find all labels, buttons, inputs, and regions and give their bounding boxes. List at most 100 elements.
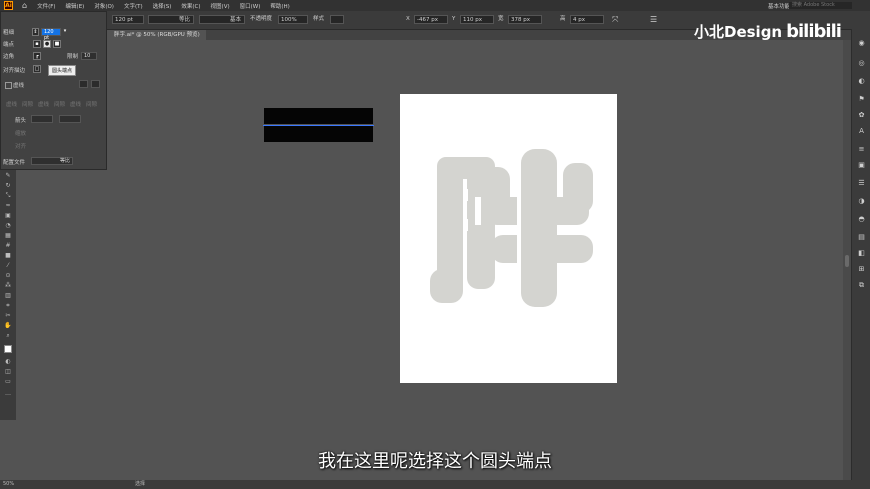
align-icon[interactable]: ⊞: [857, 265, 866, 274]
height-field[interactable]: 4 px: [570, 15, 604, 24]
screen-mode-icon[interactable]: ▭: [4, 378, 12, 386]
end-arrowhead-select[interactable]: [59, 115, 81, 123]
align-stroke-label: 对齐描边: [3, 68, 26, 74]
menu-effect[interactable]: 效果(C): [181, 2, 200, 10]
profile-label: 配置文件: [3, 160, 26, 166]
limit-label: 限制: [67, 54, 79, 60]
menu-file[interactable]: 文件(F): [37, 2, 55, 10]
menu-window[interactable]: 窗口(W): [240, 2, 261, 10]
properties-icon[interactable]: ◉: [857, 39, 866, 48]
gap-1-label: 间隙: [22, 102, 34, 108]
symbols-icon[interactable]: ✿: [857, 111, 866, 120]
creator-watermark: 小北Design bilibili: [694, 21, 842, 42]
weight-stepper[interactable]: ⇕: [32, 28, 39, 36]
document-tab[interactable]: 胖字.ai* @ 50% (RGB/GPU 预览): [108, 30, 206, 40]
layers-icon[interactable]: ≡: [857, 145, 866, 154]
menu-type[interactable]: 文字(T): [124, 2, 143, 10]
graph-tool-icon[interactable]: ▥: [4, 292, 12, 300]
profile-select[interactable]: 等比: [31, 157, 73, 165]
opacity-field[interactable]: 100%: [278, 15, 308, 24]
transparency-icon[interactable]: ◓: [857, 215, 866, 224]
zoom-tool-icon[interactable]: ⌕: [4, 332, 12, 340]
cap-label: 端点: [3, 42, 15, 48]
graphic-styles-icon[interactable]: ◧: [857, 249, 866, 258]
brush-definition[interactable]: 基本: [199, 15, 245, 24]
selected-path[interactable]: [263, 125, 374, 126]
edit-toolbar-icon[interactable]: …: [4, 390, 12, 398]
artboards-icon[interactable]: ▣: [857, 161, 866, 170]
tools-panel: ✎ ↻ ⤡ ≈ ▣ ◔ ▦ # ■ ⁄ ⊙ ⁂ ▥ ⌗ ✂ ✋ ⌕ ◐ ◫ ▭ …: [0, 170, 16, 420]
fat-glyph-artwork[interactable]: [425, 149, 595, 309]
scrollbar-thumb[interactable]: [845, 255, 849, 267]
mesh-tool-icon[interactable]: #: [4, 242, 12, 250]
brushes-icon[interactable]: ⚑: [857, 95, 866, 104]
zoom-level[interactable]: 50%: [3, 480, 14, 489]
appearance-icon[interactable]: ▤: [857, 233, 866, 242]
black-rectangle-top[interactable]: [264, 108, 373, 124]
variable-width-profile[interactable]: 等比: [148, 15, 194, 24]
more-options-icon[interactable]: ☰: [650, 15, 657, 24]
symbol-sprayer-icon[interactable]: ⁂: [4, 282, 12, 290]
dash-3-label: 虚线: [70, 102, 82, 108]
scale-label: 缩放: [15, 131, 27, 137]
weight-dropdown-icon[interactable]: ▾: [62, 28, 68, 36]
warp-tool-icon[interactable]: ≈: [4, 202, 12, 210]
y-field[interactable]: 110 px: [460, 15, 494, 24]
home-icon[interactable]: ⌂: [22, 1, 27, 10]
color-mode-icon[interactable]: ◐: [4, 358, 12, 366]
perspective-grid-icon[interactable]: ▦: [4, 232, 12, 240]
draw-mode-icon[interactable]: ◫: [4, 368, 12, 376]
artboard-tool-icon[interactable]: ⌗: [4, 302, 12, 310]
gradient-icon[interactable]: ◑: [857, 197, 866, 206]
stroke-weight-field[interactable]: 120 pt: [112, 15, 144, 24]
projecting-cap-button[interactable]: ■: [53, 40, 61, 48]
character-icon[interactable]: A: [857, 127, 866, 136]
pen-tool-icon[interactable]: ✎: [4, 172, 12, 180]
butt-cap-button[interactable]: ▪: [33, 40, 41, 48]
align-arrow-label: 对齐: [15, 144, 27, 150]
menu-object[interactable]: 对象(O): [94, 2, 114, 10]
artboard[interactable]: [400, 94, 617, 383]
dash-preserve-button[interactable]: [79, 80, 88, 88]
stroke-panel-icon[interactable]: ☰: [857, 179, 866, 188]
vertical-scrollbar[interactable]: [843, 40, 851, 480]
start-arrowhead-select[interactable]: [31, 115, 53, 123]
stock-search-input[interactable]: 搜索 Adobe Stock: [789, 2, 852, 9]
weight-field[interactable]: 120 pt: [41, 28, 61, 41]
x-field[interactable]: -467 px: [414, 15, 448, 24]
menu-edit[interactable]: 编辑(E): [66, 2, 85, 10]
dashed-line-checkbox[interactable]: [5, 82, 12, 89]
transform-icon[interactable]: ⤧: [612, 15, 618, 24]
blend-tool-icon[interactable]: ⊙: [4, 272, 12, 280]
gradient-tool-icon[interactable]: ■: [4, 252, 12, 260]
pathfinder-icon[interactable]: ⧉: [857, 281, 866, 290]
w-label: 宽: [498, 16, 504, 22]
fill-stroke-swatches[interactable]: [4, 345, 12, 353]
shape-builder-icon[interactable]: ◔: [4, 222, 12, 230]
black-rectangle-bottom[interactable]: [264, 126, 373, 142]
workspace-switcher[interactable]: 基本功能: [768, 2, 790, 10]
rotate-tool-icon[interactable]: ↻: [4, 182, 12, 190]
status-bar: 50% 选择: [0, 480, 870, 489]
dash-align-button[interactable]: [91, 80, 100, 88]
graphic-style-swatch[interactable]: [330, 15, 344, 24]
x-label: X: [406, 16, 410, 22]
align-center-button[interactable]: □: [33, 65, 41, 73]
free-transform-icon[interactable]: ▣: [4, 212, 12, 220]
hand-tool-icon[interactable]: ✋: [4, 322, 12, 330]
limit-field[interactable]: 10: [81, 52, 97, 60]
slice-tool-icon[interactable]: ✂: [4, 312, 12, 320]
scale-tool-icon[interactable]: ⤡: [4, 192, 12, 200]
width-field[interactable]: 378 px: [508, 15, 542, 24]
menu-select[interactable]: 选择(S): [153, 2, 172, 10]
right-dock: ◉ ◎ ◐ ⚑ ✿ A ≡ ▣ ☰ ◑ ◓ ▤ ◧ ⊞ ⧉: [851, 29, 870, 489]
opacity-label[interactable]: 不透明度: [250, 15, 272, 24]
menu-help[interactable]: 帮助(H): [270, 2, 289, 10]
dash-2-label: 虚线: [38, 102, 50, 108]
round-cap-button[interactable]: ●: [43, 40, 51, 48]
libraries-icon[interactable]: ◎: [857, 59, 866, 68]
miter-join-button[interactable]: ┏: [33, 52, 41, 60]
menu-view[interactable]: 视图(V): [211, 2, 230, 10]
color-icon[interactable]: ◐: [857, 77, 866, 86]
eyedropper-icon[interactable]: ⁄: [4, 262, 12, 270]
